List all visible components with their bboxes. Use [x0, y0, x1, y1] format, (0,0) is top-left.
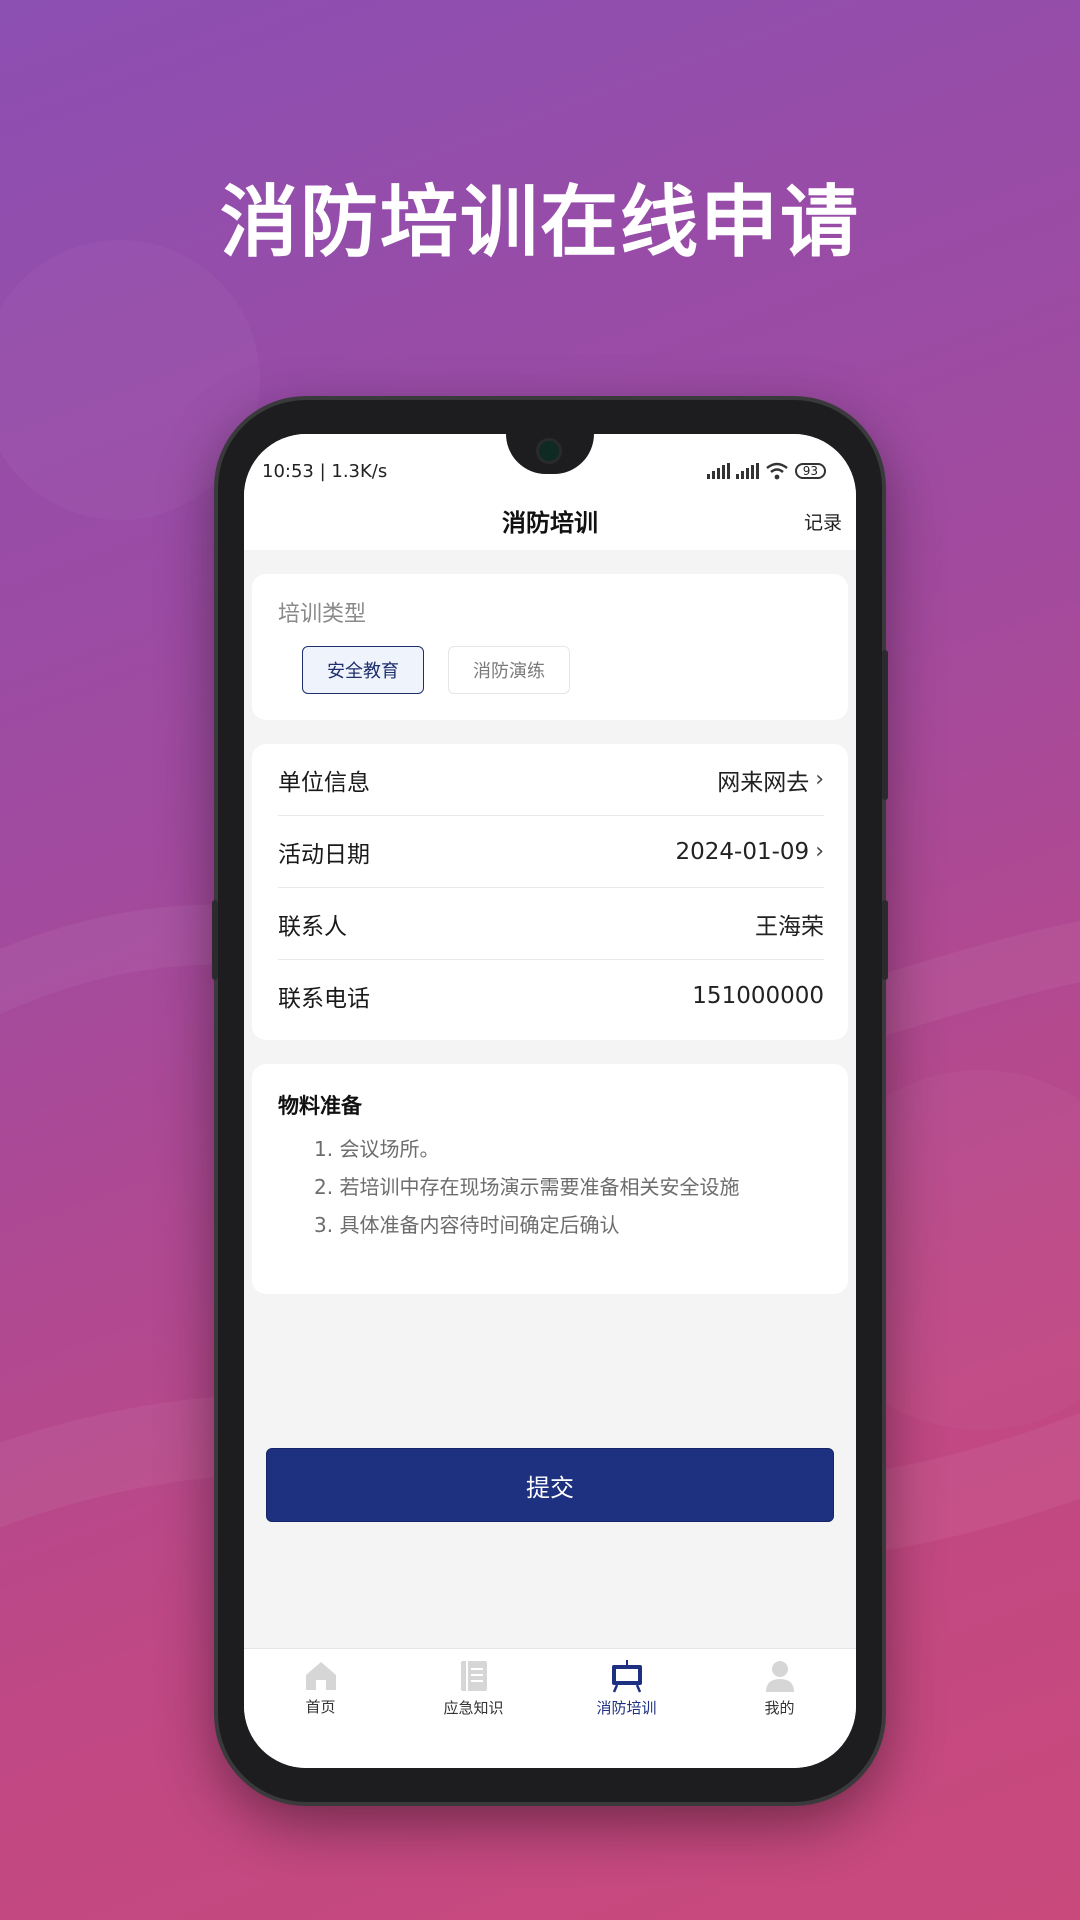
phone-power-button: [882, 650, 888, 800]
info-row-date[interactable]: 活动日期 2024-01-09 ›: [278, 816, 824, 888]
phone-frame: 10:53 | 1.3K/s 93 消防培训 记录 培训类型 安全教育 消防演练…: [212, 400, 888, 1802]
tab-home[interactable]: 首页: [244, 1649, 397, 1728]
type-option-safety-education[interactable]: 安全教育: [302, 646, 424, 694]
info-value-wrap: 2024-01-09 ›: [676, 839, 824, 865]
tab-label: 我的: [764, 1699, 795, 1717]
user-icon: [765, 1661, 794, 1692]
promo-headline: 消防培训在线申请: [219, 178, 860, 268]
signal-icon: [706, 463, 730, 479]
info-label: 联系电话: [278, 986, 370, 1012]
board-icon: [611, 1660, 642, 1693]
info-card: 单位信息 网来网去 › 活动日期 2024-01-09 › 联系人 王海荣 联系…: [252, 744, 848, 1040]
phone-side-button: [882, 900, 888, 980]
submit-button[interactable]: 提交: [266, 1448, 834, 1522]
tab-bar: 首页 应急知识 消防培训 我的: [244, 1648, 856, 1728]
home-icon: [305, 1662, 336, 1690]
battery-icon: 93: [794, 463, 826, 479]
app-screen: 10:53 | 1.3K/s 93 消防培训 记录 培训类型 安全教育 消防演练…: [244, 434, 856, 1768]
info-value-wrap: 网来网去 ›: [717, 763, 824, 797]
info-row-contact: 联系人 王海荣: [278, 888, 824, 960]
tab-label: 应急知识: [443, 1699, 504, 1717]
tab-mine[interactable]: 我的: [703, 1649, 856, 1728]
info-row-phone: 联系电话 151000000: [278, 960, 824, 1032]
materials-card: 物料准备 1. 会议场所。 2. 若培训中存在现场演示需要准备相关安全设施 3.…: [252, 1064, 848, 1294]
info-value: 2024-01-09: [675, 838, 810, 865]
training-type-options: 安全教育 消防演练: [278, 646, 822, 694]
signal-icon-2: [735, 463, 759, 479]
list-item: 2. 若培训中存在现场演示需要准备相关安全设施: [314, 1175, 740, 1199]
phone-volume-button: [212, 900, 218, 980]
materials-title: 物料准备: [278, 1094, 362, 1118]
info-value: 王海荣: [755, 913, 824, 940]
book-icon: [460, 1661, 487, 1691]
info-label: 单位信息: [278, 769, 370, 796]
status-icons: 93: [706, 462, 826, 480]
camera-icon: [536, 438, 562, 464]
type-option-fire-drill[interactable]: 消防演练: [448, 646, 570, 694]
chevron-right-icon: ›: [815, 767, 824, 792]
page-title: 消防培训: [502, 508, 598, 537]
wifi-icon: [765, 462, 788, 480]
info-value: 网来网去: [717, 769, 810, 796]
info-label: 活动日期: [278, 841, 370, 868]
training-type-label: 培训类型: [278, 602, 367, 627]
materials-list: 1. 会议场所。 2. 若培训中存在现场演示需要准备相关安全设施 3. 具体准备…: [278, 1130, 822, 1244]
nav-bar: 消防培训 记录: [244, 490, 856, 550]
list-item: 3. 具体准备内容待时间确定后确认: [314, 1213, 620, 1237]
home-indicator-area: [244, 1728, 856, 1768]
tab-knowledge[interactable]: 应急知识: [397, 1649, 550, 1728]
training-type-card: 培训类型 安全教育 消防演练: [252, 574, 848, 720]
info-value: 151000000: [692, 983, 824, 1009]
record-link[interactable]: 记录: [804, 508, 842, 535]
tab-label: 消防培训: [596, 1699, 657, 1717]
list-item: 1. 会议场所。: [314, 1137, 440, 1161]
chevron-right-icon: ›: [815, 839, 824, 864]
tab-training[interactable]: 消防培训: [550, 1649, 703, 1728]
info-label: 联系人: [278, 913, 347, 940]
status-time-speed: 10:53 | 1.3K/s: [262, 460, 388, 482]
info-row-unit[interactable]: 单位信息 网来网去 ›: [278, 744, 824, 816]
tab-label: 首页: [305, 1698, 336, 1716]
